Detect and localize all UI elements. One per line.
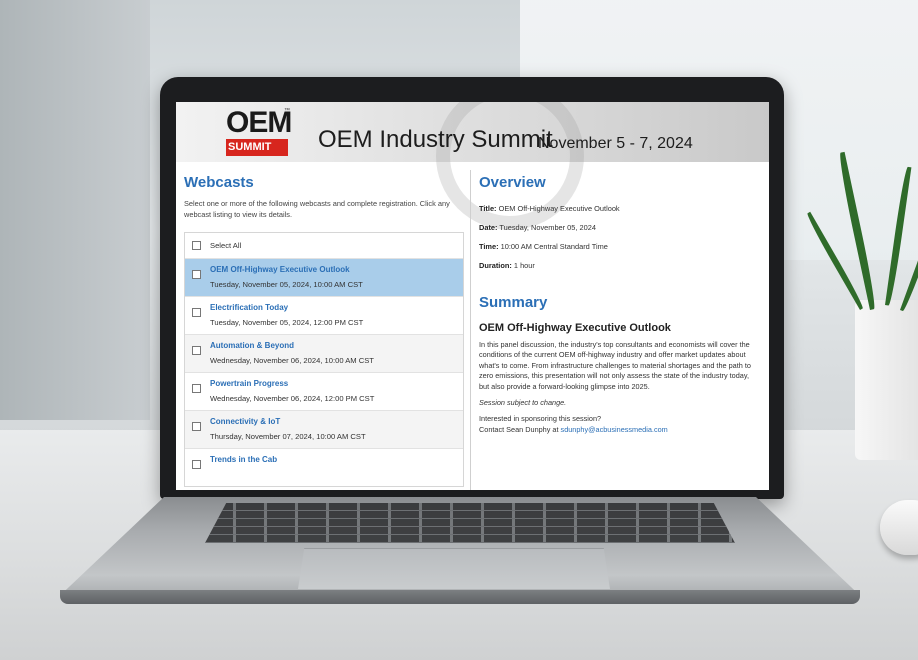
summary-heading: Summary bbox=[479, 294, 548, 311]
webcast-checkbox[interactable] bbox=[192, 346, 201, 355]
webcast-row[interactable]: Automation & Beyond Wednesday, November … bbox=[185, 334, 463, 372]
webcast-row[interactable]: Trends in the Cab bbox=[185, 448, 463, 486]
overview-time-value: 10:00 AM Central Standard Time bbox=[500, 242, 608, 251]
webcast-row[interactable]: Powertrain Progress Wednesday, November … bbox=[185, 372, 463, 410]
webcast-row[interactable]: Electrification Today Tuesday, November … bbox=[185, 296, 463, 334]
session-note: Session subject to change. bbox=[479, 398, 567, 408]
overview-time: Time: 10:00 AM Central Standard Time bbox=[479, 242, 761, 251]
webcast-title[interactable]: Connectivity & IoT bbox=[210, 417, 280, 426]
sponsor-question: Interested in sponsoring this session? bbox=[479, 414, 602, 424]
select-all-checkbox[interactable] bbox=[192, 241, 201, 250]
overview-time-label: Time: bbox=[479, 242, 499, 251]
sponsor-info: Interested in sponsoring this session? C… bbox=[479, 414, 761, 435]
laptop-trackpad bbox=[298, 548, 610, 589]
overview-date-value: Tuesday, November 05, 2024 bbox=[499, 223, 596, 232]
webcast-title[interactable]: Electrification Today bbox=[210, 303, 288, 312]
details-panel: Overview Title: OEM Off-Highway Executiv… bbox=[479, 162, 761, 490]
overview-title: Title: OEM Off-Highway Executive Outlook bbox=[479, 204, 761, 213]
overview-title-value: OEM Off-Highway Executive Outlook bbox=[498, 204, 620, 213]
laptop-base-edge bbox=[60, 590, 860, 604]
contact-email-link[interactable]: sdunphy@acbusinessmedia.com bbox=[561, 425, 668, 434]
overview-duration-value: 1 hour bbox=[513, 261, 535, 270]
webcast-date: Tuesday, November 05, 2024, 12:00 PM CST bbox=[210, 318, 364, 327]
trademark-mark: ™ bbox=[284, 108, 290, 114]
event-title: OEM Industry Summit bbox=[318, 126, 553, 153]
select-all-row[interactable]: Select All bbox=[185, 233, 463, 258]
webcast-list: Select All OEM Off-Highway Executive Out… bbox=[184, 232, 464, 487]
webcast-row[interactable]: OEM Off-Highway Executive Outlook Tuesda… bbox=[185, 258, 463, 296]
webcast-checkbox[interactable] bbox=[192, 308, 201, 317]
overview-duration: Duration: 1 hour bbox=[479, 261, 761, 270]
overview-date: Date: Tuesday, November 05, 2024 bbox=[479, 223, 761, 232]
webcast-title[interactable]: OEM Off-Highway Executive Outlook bbox=[210, 265, 350, 274]
wall-background bbox=[0, 0, 150, 420]
webcast-date: Thursday, November 07, 2024, 10:00 AM CS… bbox=[210, 432, 366, 441]
logo-summit-text: SUMMIT bbox=[226, 139, 288, 156]
webcast-row[interactable]: Connectivity & IoT Thursday, November 07… bbox=[185, 410, 463, 448]
webcast-date: Tuesday, November 05, 2024, 10:00 AM CST bbox=[210, 280, 363, 289]
laptop-screen: OEM ™ SUMMIT OEM Industry Summit Novembe… bbox=[176, 102, 769, 490]
overview-date-label: Date: bbox=[479, 223, 498, 232]
session-title: OEM Off-Highway Executive Outlook bbox=[479, 322, 671, 334]
webcast-checkbox[interactable] bbox=[192, 422, 201, 431]
webcasts-intro: Select one or more of the following webc… bbox=[184, 199, 450, 219]
webcast-title[interactable]: Powertrain Progress bbox=[210, 379, 288, 388]
webcast-checkbox[interactable] bbox=[192, 384, 201, 393]
webcast-checkbox[interactable] bbox=[192, 270, 201, 279]
overview-title-label: Title: bbox=[479, 204, 497, 213]
webcast-title[interactable]: Automation & Beyond bbox=[210, 341, 294, 350]
webcast-date: Wednesday, November 06, 2024, 12:00 PM C… bbox=[210, 394, 375, 403]
laptop-keyboard-rows bbox=[205, 503, 735, 543]
webcast-checkbox[interactable] bbox=[192, 460, 201, 469]
session-description: In this panel discussion, the industry's… bbox=[479, 340, 751, 391]
oem-summit-logo: OEM ™ SUMMIT bbox=[226, 108, 292, 158]
event-dates: November 5 - 7, 2024 bbox=[538, 135, 693, 152]
overview-heading: Overview bbox=[479, 174, 546, 191]
logo-oem-text: OEM bbox=[226, 106, 292, 139]
webcast-date: Wednesday, November 06, 2024, 10:00 AM C… bbox=[210, 356, 374, 365]
webcasts-heading: Webcasts bbox=[184, 174, 254, 191]
webcasts-panel: Webcasts Select one or more of the follo… bbox=[184, 162, 464, 490]
webcast-title[interactable]: Trends in the Cab bbox=[210, 455, 277, 464]
plant-pot bbox=[855, 300, 918, 460]
column-divider bbox=[470, 170, 471, 490]
event-banner: OEM ™ SUMMIT OEM Industry Summit Novembe… bbox=[176, 102, 769, 230]
overview-duration-label: Duration: bbox=[479, 261, 512, 270]
select-all-label: Select All bbox=[210, 241, 242, 250]
contact-prefix: Contact Sean Dunphy at bbox=[479, 424, 559, 434]
